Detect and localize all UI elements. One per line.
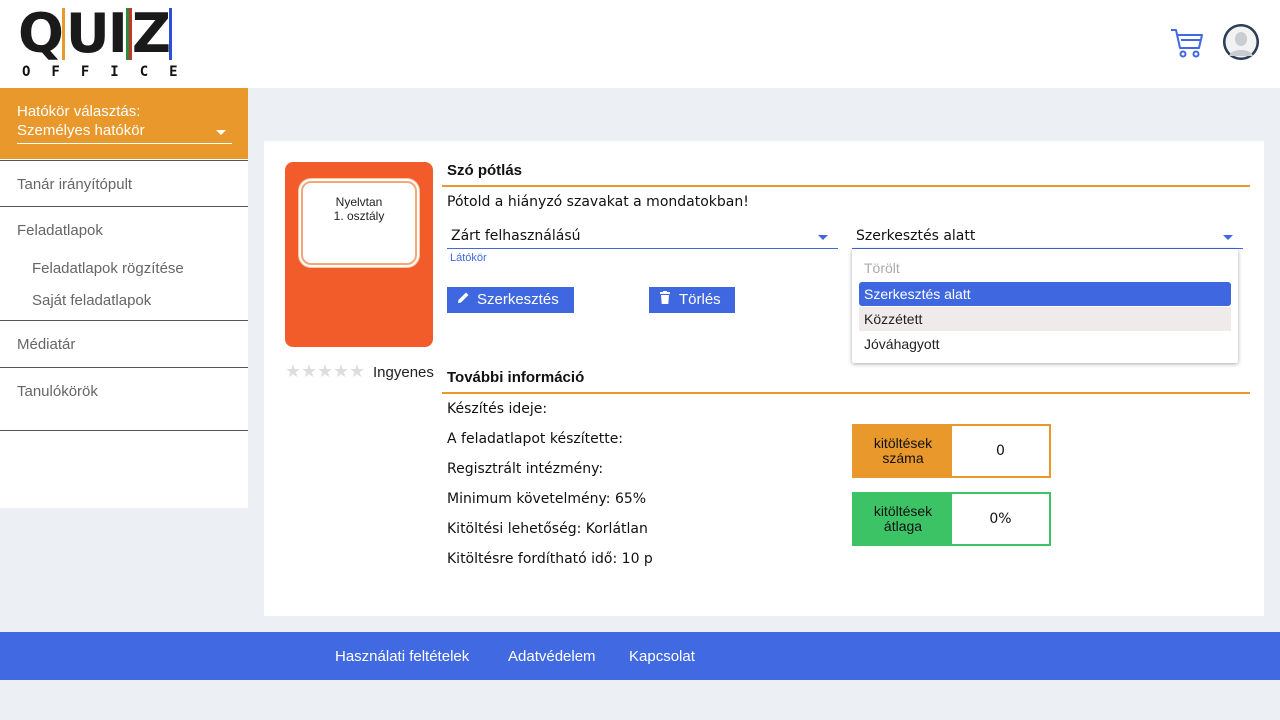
status-select-value: Szerkesztés alatt bbox=[856, 228, 976, 244]
logo-letter-i: I bbox=[108, 7, 129, 61]
stat-average-label: kitöltések átlaga bbox=[854, 494, 952, 544]
delete-button-label: Törlés bbox=[679, 291, 721, 308]
sidebar-item-groups[interactable]: Tanulókörök bbox=[0, 368, 248, 431]
edit-button-label: Szerkesztés bbox=[477, 291, 559, 308]
status-dropdown-menu: Törölt Szerkesztés alatt Közzétett Jóváh… bbox=[852, 249, 1238, 363]
info-institution: Regisztrált intézmény: bbox=[447, 461, 604, 477]
scope-select-value: Személyes hatókör bbox=[17, 122, 145, 139]
cart-icon[interactable] bbox=[1170, 26, 1204, 60]
sidebar-item-media[interactable]: Médiatár bbox=[0, 321, 248, 368]
info-min-requirement: Minimum követelmény: 65% bbox=[447, 491, 647, 507]
thumbnail-grade: 1. osztály bbox=[333, 209, 385, 223]
info-attempts: Kitöltési lehetőség: Korlátlan bbox=[447, 521, 648, 537]
star-icon[interactable]: ★ bbox=[349, 363, 365, 381]
access-select[interactable]: Zárt felhasználású bbox=[447, 228, 838, 249]
status-option-editing[interactable]: Szerkesztés alatt bbox=[859, 282, 1231, 306]
stat-average-label-line2: átlaga bbox=[883, 518, 923, 534]
stat-completions-label-line2: száma bbox=[882, 450, 924, 466]
status-option-deleted: Törölt bbox=[864, 260, 900, 276]
worksheet-thumbnail[interactable]: Nyelvtan 1. osztály bbox=[285, 162, 433, 347]
info-time-limit: Kitöltésre fordítható idő: 10 p bbox=[447, 551, 653, 567]
caret-down-icon bbox=[1223, 235, 1233, 240]
star-icon[interactable]: ★ bbox=[285, 363, 301, 381]
trash-icon bbox=[659, 287, 673, 313]
edit-button[interactable]: Szerkesztés bbox=[447, 287, 574, 313]
stat-average: kitöltések átlaga 0% bbox=[852, 492, 1051, 546]
logo-letters: Q U I Z bbox=[18, 2, 193, 65]
sidebar-item-worksheets[interactable]: Feladatlapok bbox=[0, 207, 248, 254]
more-info-divider bbox=[442, 392, 1250, 394]
scope-selector: Hatókör választás: Személyes hatókör bbox=[0, 88, 248, 159]
stat-average-label-line1: kitöltések bbox=[873, 503, 933, 519]
status-option-approved[interactable]: Jóváhagyott bbox=[859, 332, 1231, 356]
footer-link-privacy[interactable]: Adatvédelem bbox=[508, 648, 596, 665]
title-divider bbox=[442, 185, 1250, 187]
sidebar: Hatókör választás: Személyes hatókör Tan… bbox=[0, 88, 248, 508]
stat-completions-label: kitöltések száma bbox=[854, 426, 952, 476]
sidebar-item-dashboard[interactable]: Tanár irányítópult bbox=[0, 160, 248, 207]
worksheet-description: Pótold a hiányzó szavakat a mondatokban! bbox=[447, 194, 749, 210]
sidebar-item-worksheets-own[interactable]: Saját feladatlapok bbox=[0, 286, 248, 318]
worksheet-title: Szó pótlás bbox=[447, 162, 523, 179]
footer-link-terms[interactable]: Használati feltételek bbox=[335, 648, 469, 665]
footer-link-contact[interactable]: Kapcsolat bbox=[629, 648, 695, 665]
star-icon[interactable]: ★ bbox=[317, 363, 333, 381]
thumbnail-subject: Nyelvtan bbox=[335, 195, 383, 209]
status-option-published[interactable]: Közzétett bbox=[859, 307, 1231, 331]
stat-completions-value: 0 bbox=[996, 443, 1005, 459]
pencil-icon bbox=[457, 287, 471, 313]
info-created: Készítés ideje: bbox=[447, 401, 548, 417]
user-avatar-icon[interactable] bbox=[1223, 24, 1259, 60]
quiz-office-logo[interactable]: Q U I Z OFFICE bbox=[18, 6, 193, 82]
stat-average-value: 0% bbox=[989, 511, 1012, 527]
sidebar-item-worksheets-record[interactable]: Feladatlapok rögzítése bbox=[0, 254, 248, 286]
sidebar-group-worksheets: Feladatlapok Feladatlapok rögzítése Sajá… bbox=[0, 207, 248, 321]
stat-completions: kitöltések száma 0 bbox=[852, 424, 1051, 478]
status-select[interactable]: Szerkesztés alatt bbox=[852, 228, 1243, 249]
footer: Használati feltételek Adatvédelem Kapcso… bbox=[0, 632, 1280, 680]
star-icon[interactable]: ★ bbox=[333, 363, 349, 381]
thumbnail-label: Nyelvtan 1. osztály bbox=[301, 181, 417, 265]
logo-letter-z: Z bbox=[128, 7, 173, 61]
price-label: Ingyenes bbox=[373, 364, 434, 381]
logo-letter-q: Q bbox=[18, 2, 64, 65]
star-icon[interactable]: ★ bbox=[301, 363, 317, 381]
access-select-value: Zárt felhasználású bbox=[451, 228, 581, 244]
scope-select[interactable]: Személyes hatókör bbox=[17, 122, 232, 144]
access-hint: Látókör bbox=[450, 252, 487, 264]
more-info-title: További információ bbox=[447, 369, 585, 386]
logo-subtitle: OFFICE bbox=[22, 64, 199, 80]
caret-down-icon bbox=[818, 235, 828, 240]
scope-label: Hatókör választás: bbox=[17, 103, 141, 120]
info-author: A feladatlapot készítette: bbox=[447, 431, 624, 447]
header: Q U I Z OFFICE bbox=[0, 0, 1280, 88]
caret-down-icon bbox=[216, 130, 226, 135]
logo-letter-u: U bbox=[61, 7, 110, 61]
stat-completions-label-line1: kitöltések bbox=[873, 435, 933, 451]
delete-button[interactable]: Törlés bbox=[649, 287, 735, 313]
rating-stars[interactable]: ★ ★ ★ ★ ★ bbox=[285, 363, 365, 381]
worksheet-card: Nyelvtan 1. osztály ★ ★ ★ ★ ★ Ingyenes S… bbox=[264, 141, 1264, 616]
